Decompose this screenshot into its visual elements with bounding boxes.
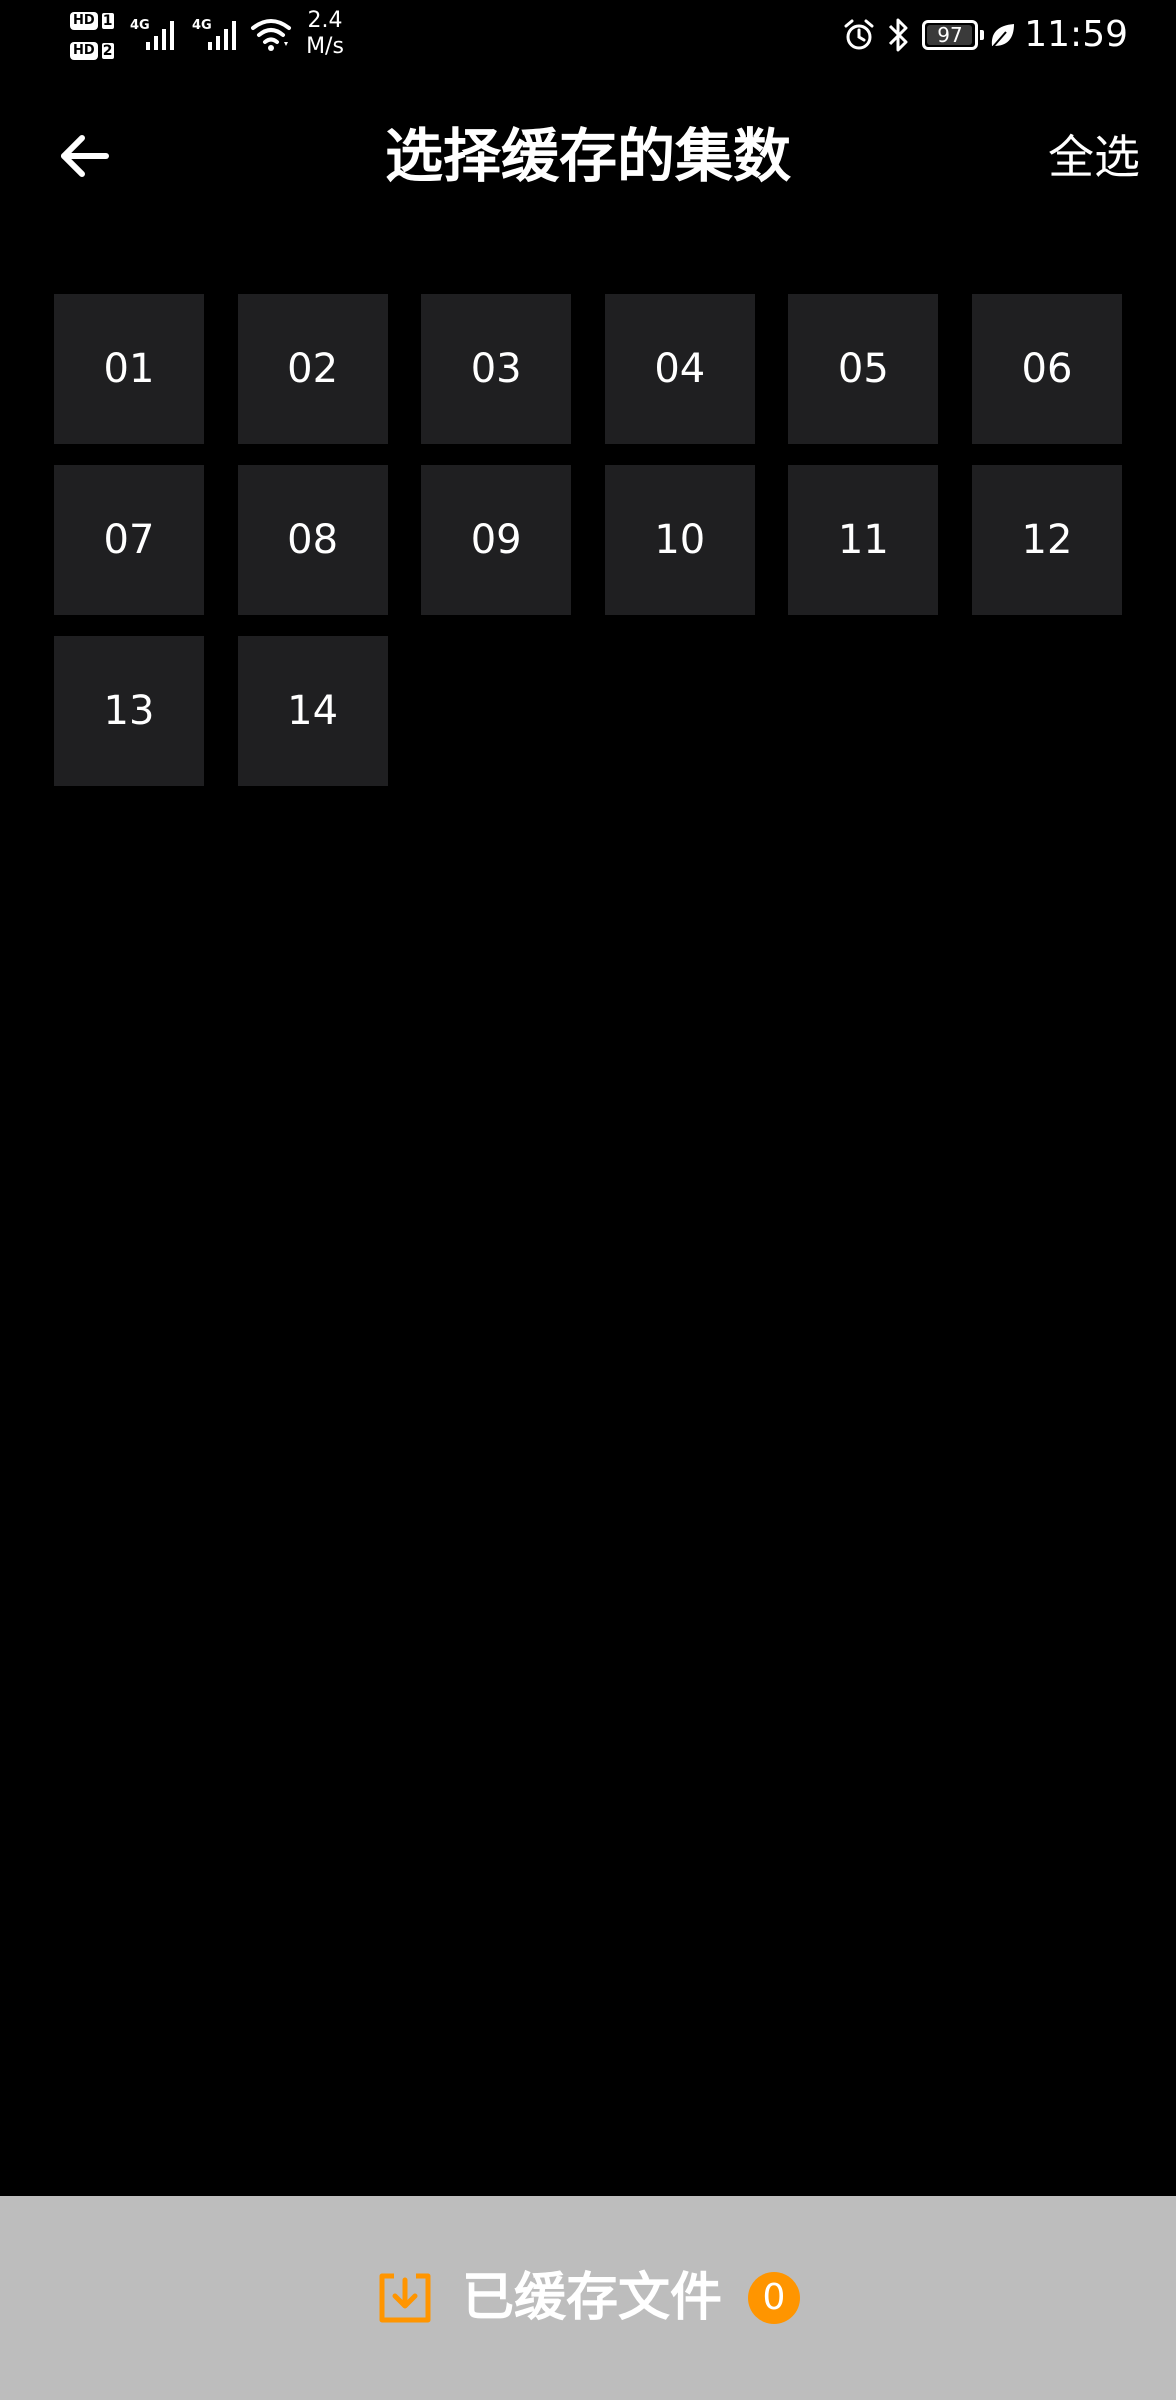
battery-icon: 97: [922, 20, 984, 50]
select-all-button[interactable]: 全选: [1010, 124, 1140, 190]
bluetooth-icon: [888, 18, 908, 52]
arrow-left-icon: [61, 135, 109, 177]
signal-icon: [208, 21, 236, 50]
status-bar: HD 1 HD 2 4G 4G 2.4 M/s 97 11:59: [0, 0, 1176, 76]
sim2-number: 2: [101, 43, 114, 59]
cached-files-label: 已缓存文件: [461, 2268, 722, 2328]
sim-indicators: HD 1 HD 2: [70, 10, 122, 66]
sim2-hd-badge: HD: [70, 42, 98, 60]
battery-level: 97: [937, 23, 963, 47]
episode-cell[interactable]: 10: [604, 465, 755, 615]
signal-icon: [146, 21, 174, 50]
sim1-indicator: HD 1: [70, 10, 114, 32]
episode-cell[interactable]: 13: [54, 636, 204, 786]
download-icon: [379, 2273, 431, 2323]
episode-cell[interactable]: 08: [237, 465, 388, 615]
episode-cell[interactable]: 05: [788, 294, 939, 444]
episode-cell[interactable]: 02: [237, 294, 388, 444]
cached-files-button[interactable]: 已缓存文件 0: [0, 2196, 1176, 2400]
network-speed: 2.4 M/s: [300, 8, 350, 60]
network-speed-value: 2.4: [307, 8, 343, 33]
episode-cell[interactable]: 04: [604, 294, 755, 444]
page-title: 选择缓存的集数: [384, 122, 791, 190]
sim1-number: 1: [101, 13, 114, 29]
network-speed-unit: M/s: [306, 34, 344, 59]
episode-grid: 01 02 03 04 05 06 07 08 09 10 11 12 13 14: [54, 294, 1122, 786]
episode-cell[interactable]: 14: [237, 636, 388, 786]
episode-cell[interactable]: 03: [421, 294, 572, 444]
status-time: 11:59: [1024, 14, 1128, 55]
episode-cell[interactable]: 12: [971, 465, 1122, 615]
episode-cell[interactable]: 06: [971, 294, 1122, 444]
episode-cell[interactable]: 11: [788, 465, 939, 615]
episode-cell[interactable]: 01: [54, 294, 204, 444]
alarm-icon: [844, 19, 874, 50]
cached-count-badge: 0: [748, 2272, 800, 2324]
episode-cell[interactable]: 09: [421, 465, 572, 615]
leaf-icon: [991, 24, 1014, 49]
cached-files-content: 已缓存文件 0: [376, 2263, 800, 2333]
episode-cell[interactable]: 07: [54, 465, 204, 615]
back-button[interactable]: [50, 122, 118, 190]
wifi-icon: [251, 19, 291, 51]
sim1-hd-badge: HD: [70, 12, 98, 30]
sim2-indicator: HD 2: [70, 40, 114, 62]
